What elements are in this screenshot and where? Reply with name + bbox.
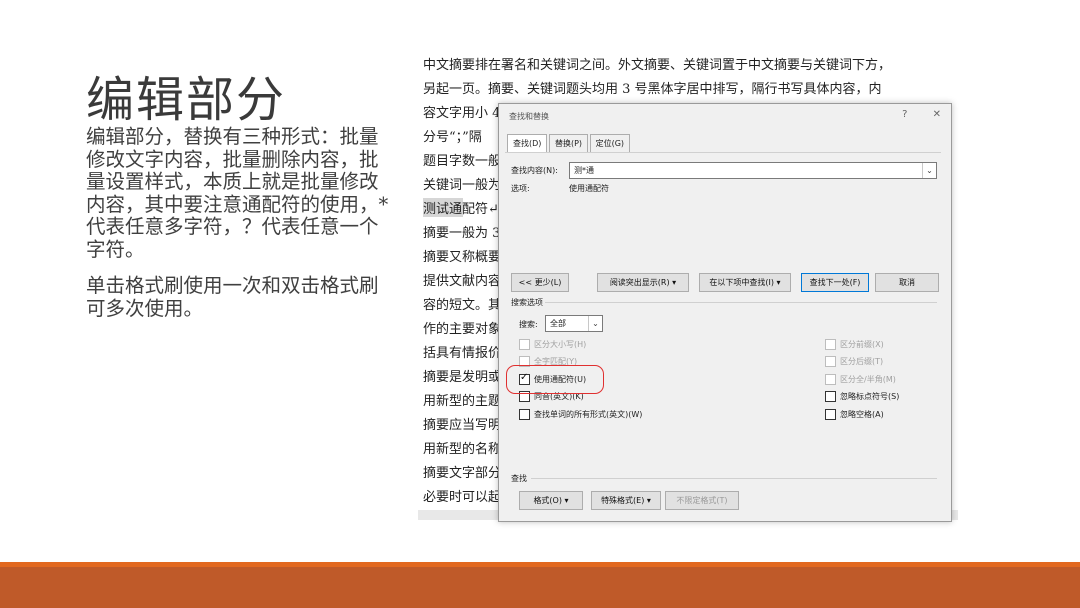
no-formatting-button: 不限定格式(T): [665, 491, 739, 510]
find-in-button[interactable]: 在以下项中查找(I) ▾: [699, 273, 791, 292]
chevron-down-icon[interactable]: ⌄: [922, 163, 936, 178]
checkbox-label: 区分后缀(T): [840, 357, 884, 366]
checkbox-full-half-width[interactable]: 区分全/半角(M): [825, 374, 896, 385]
checkbox-icon: [519, 339, 530, 350]
slide-title: 编辑部分: [86, 72, 287, 128]
checkbox-icon: [825, 339, 836, 350]
doc-line: 摘要应当写明: [423, 418, 502, 433]
checkbox-label: 区分大小写(H): [534, 340, 587, 349]
dialog-title-buttons: ? ✕: [880, 109, 941, 120]
doc-line: 提供文献内容: [423, 274, 502, 289]
search-scope-value: 全部: [550, 319, 566, 328]
doc-line: 作的主要对象: [423, 322, 502, 337]
doc-line: 必要时可以起: [423, 490, 502, 505]
cancel-button[interactable]: 取消: [875, 273, 939, 292]
find-next-button[interactable]: 查找下一处(F): [801, 273, 869, 292]
tab-replace[interactable]: 替换(P): [548, 134, 589, 152]
doc-line: 容的短文。其: [423, 298, 502, 313]
divider: [531, 478, 937, 479]
slide: 编辑部分 编辑部分，替换有三种形式：批量修改文字内容，批量删除内容，批量设置样式…: [0, 0, 1080, 608]
highlight-circle: [506, 365, 604, 394]
search-scope-select[interactable]: 全部 ⌄: [545, 315, 603, 332]
checkbox-match-prefix[interactable]: 区分前缀(X): [825, 339, 884, 350]
checkbox-all-word-forms[interactable]: 查找单词的所有形式(英文)(W): [519, 409, 642, 420]
doc-line: 用新型的名称: [423, 442, 502, 457]
divider: [545, 302, 937, 303]
checkbox-match-suffix[interactable]: 区分后缀(T): [825, 356, 883, 367]
special-button[interactable]: 特殊格式(E) ▾: [591, 491, 661, 510]
checkbox-ignore-punctuation[interactable]: 忽略标点符号(S): [825, 391, 899, 402]
checkbox-label: 忽略标点符号(S): [840, 392, 900, 401]
doc-line: 摘要是发明或: [423, 370, 502, 385]
close-icon[interactable]: ✕: [933, 109, 941, 120]
checkbox-icon: [825, 374, 836, 385]
doc-line: 另起一页。摘要、关键词题头均用 3 号黑体字居中排写，隔行书写具体内容，内: [423, 82, 882, 97]
doc-line: 分号“；”隔: [423, 130, 482, 145]
doc-line: 容文字用小 4: [423, 106, 501, 121]
checkbox-icon: [825, 409, 836, 420]
doc-line: 摘要又称概要: [423, 250, 502, 265]
checkbox-match-case[interactable]: 区分大小写(H): [519, 339, 586, 350]
doc-line: 中文摘要排在署名和关键词之间。外文摘要、关键词置于中文摘要与关键词下方，: [423, 58, 892, 73]
options-value: 使用通配符: [569, 184, 609, 193]
slide-paragraph-2: 单击格式刷使用一次和双击格式刷可多次使用。: [86, 274, 379, 320]
dialog-title: 查找和替换: [509, 112, 549, 121]
less-button[interactable]: << 更少(L): [511, 273, 569, 292]
doc-line: 用新型的主题: [423, 394, 502, 409]
checkbox-label: 忽略空格(A): [840, 410, 884, 419]
checkbox-ignore-whitespace[interactable]: 忽略空格(A): [825, 409, 884, 420]
doc-line: 摘要一般为 3: [423, 226, 501, 241]
doc-line: 括具有情报价: [423, 346, 502, 361]
chevron-down-icon[interactable]: ⌄: [588, 316, 602, 331]
options-label: 选项:: [511, 184, 530, 193]
checkbox-icon: [825, 356, 836, 367]
slide-body: 编辑部分，替换有三种形式：批量修改文字内容，批量删除内容，批量设置样式，本质上就…: [86, 125, 396, 334]
format-button[interactable]: 格式(O) ▾: [519, 491, 583, 510]
doc-line: 摘要文字部分: [423, 466, 502, 481]
checkbox-label: 区分全/半角(M): [840, 375, 896, 384]
tab-find[interactable]: 查找(D): [507, 134, 548, 152]
search-scope-label: 搜索:: [519, 320, 538, 329]
find-section-label: 查找: [511, 474, 527, 483]
doc-line-highlighted: 测试通配符↵: [423, 198, 499, 217]
footer-bar: [0, 567, 1080, 608]
find-label: 查找内容(N):: [511, 166, 558, 175]
find-input-value: 测*通: [574, 166, 594, 175]
checkbox-icon: [825, 391, 836, 402]
reading-highlight-button[interactable]: 阅读突出显示(R) ▾: [597, 273, 689, 292]
checkbox-icon: [519, 409, 530, 420]
search-options-label: 搜索选项: [511, 298, 543, 307]
find-replace-dialog: 查找和替换 ? ✕ 查找(D) 替换(P) 定位(G) 查找内容(N): 测*通…: [498, 103, 952, 522]
checkbox-label: 区分前缀(X): [840, 340, 884, 349]
slide-paragraph-1: 编辑部分，替换有三种形式：批量修改文字内容，批量删除内容，批量设置样式，本质上就…: [86, 125, 389, 261]
doc-line: 题目字数一般: [423, 154, 502, 169]
find-input[interactable]: 测*通 ⌄: [569, 162, 937, 179]
tab-goto[interactable]: 定位(G): [589, 134, 631, 152]
help-icon[interactable]: ?: [902, 109, 907, 120]
doc-line: 关键词一般为: [423, 178, 502, 193]
checkbox-label: 查找单词的所有形式(英文)(W): [534, 410, 643, 419]
find-panel: 查找内容(N): 测*通 ⌄ 选项: 使用通配符 << 更少(L) 阅读突出显示…: [505, 152, 941, 513]
dialog-tabs: 查找(D) 替换(P) 定位(G): [507, 134, 631, 152]
